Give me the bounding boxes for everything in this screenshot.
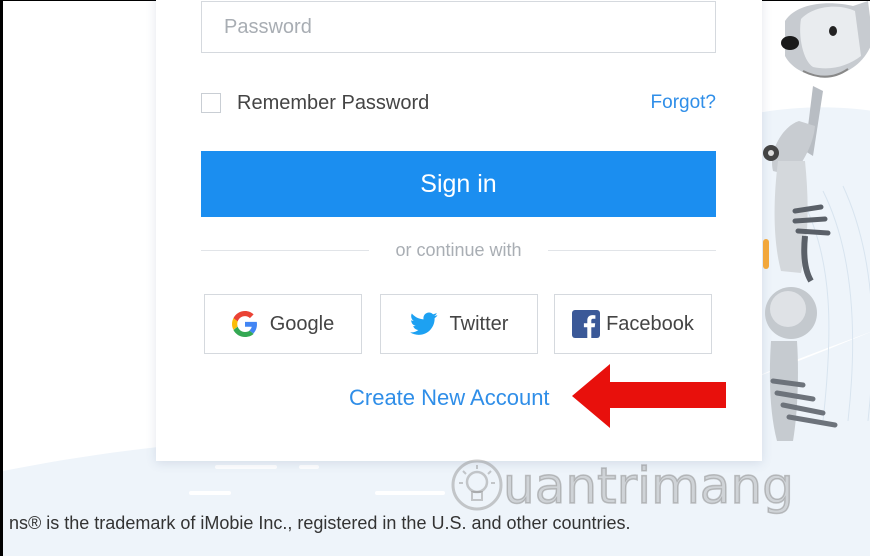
- mascot-icon: [763, 1, 870, 441]
- facebook-icon: [572, 310, 601, 338]
- google-login-button[interactable]: Google: [204, 294, 362, 354]
- twitter-icon: [409, 312, 438, 335]
- twitter-label: Twitter: [449, 312, 509, 335]
- sign-in-button[interactable]: Sign in: [201, 151, 716, 217]
- facebook-label: Facebook: [606, 312, 694, 335]
- twitter-login-button[interactable]: Twitter: [380, 294, 538, 354]
- remember-row: Remember Password Forgot?: [201, 91, 716, 115]
- decor-dash: [375, 491, 445, 495]
- google-label: Google: [269, 312, 335, 335]
- divider-text: or continue with: [395, 240, 522, 260]
- remember-label: Remember Password: [237, 92, 430, 114]
- create-account-link[interactable]: Create New Account: [349, 385, 550, 411]
- decor-dash: [215, 465, 277, 469]
- watermark-text: uantrimang: [502, 456, 794, 516]
- red-arrow-icon: [572, 364, 726, 428]
- remember-checkbox[interactable]: [201, 93, 221, 113]
- google-icon: [231, 311, 257, 337]
- decor-dash: [299, 465, 319, 469]
- continue-divider: or continue with: [201, 238, 716, 262]
- decor-dash: [189, 491, 231, 495]
- trademark-footer: ns® is the trademark of iMobie Inc., reg…: [9, 513, 631, 533]
- lightbulb-icon: [451, 459, 503, 511]
- facebook-login-button[interactable]: Facebook: [554, 294, 712, 354]
- forgot-password-link[interactable]: Forgot?: [651, 91, 716, 115]
- password-input[interactable]: [201, 1, 716, 53]
